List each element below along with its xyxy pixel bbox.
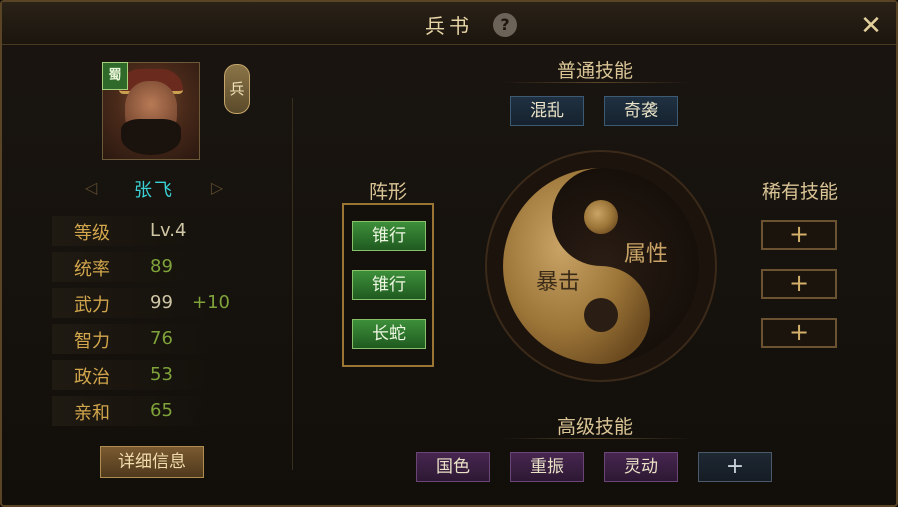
advanced-skill-2[interactable]: 重振	[510, 452, 584, 482]
taiji-left-label: 暴击	[536, 270, 580, 295]
name-bar: ◁ 张飞 ▷	[84, 174, 224, 202]
panel-divider	[292, 98, 293, 470]
stat-row-force: 武力 99 +10	[52, 288, 230, 318]
stat-label: 智力	[74, 331, 110, 352]
advanced-skill-1[interactable]: 国色	[416, 452, 490, 482]
formation-title: 阵形	[368, 181, 407, 203]
taiji-symbol: 暴击 属性	[485, 150, 717, 382]
general-panel: 蜀 兵 ◁ 张飞 ▷ 等级 Lv.4 统率 89 武力 99 +10 智力 76…	[42, 50, 292, 502]
stat-row-command: 统率 89	[52, 252, 212, 282]
rare-skills-title: 稀有技能	[761, 181, 838, 203]
stat-row-affinity: 亲和 65	[52, 396, 212, 426]
stat-row-politics: 政治 53	[52, 360, 212, 390]
stat-row-level: 等级 Lv.4	[52, 216, 212, 246]
formation-item-2[interactable]: 锥行	[352, 270, 426, 300]
window-title: 兵书	[425, 14, 473, 38]
stat-value: 76	[150, 328, 173, 349]
next-general-arrow[interactable]: ▷	[210, 178, 224, 198]
title-bar: 兵书 ? ✕	[2, 2, 896, 45]
stat-value: 99	[150, 292, 173, 313]
stats-list: 等级 Lv.4 统率 89 武力 99 +10 智力 76 政治 53 亲和 6…	[52, 216, 230, 432]
rare-skill-add-2[interactable]: +	[761, 269, 837, 299]
bingshu-window: 兵书 ? ✕ 蜀 兵 ◁ 张飞 ▷ 等级 Lv.4 统率 89 武力 99 +1…	[0, 0, 898, 507]
general-portrait: 蜀	[102, 62, 200, 160]
stat-label: 等级	[74, 223, 110, 244]
normal-skills-title: 普通技能	[556, 60, 633, 82]
advanced-skill-add-button[interactable]: +	[698, 452, 772, 482]
stat-label: 武力	[74, 295, 110, 316]
taiji-dark-dot	[584, 298, 618, 332]
stat-value: Lv.4	[150, 220, 187, 241]
advanced-skills-underline	[502, 438, 692, 439]
rare-skill-add-1[interactable]: +	[761, 220, 837, 250]
stat-value: 89	[150, 256, 173, 277]
stat-label: 亲和	[74, 403, 110, 424]
troop-tag[interactable]: 兵	[224, 64, 250, 114]
advanced-skills-title: 高级技能	[556, 416, 633, 438]
taiji-right-label: 属性	[624, 242, 668, 267]
normal-skill-2[interactable]: 奇袭	[604, 96, 678, 126]
normal-skill-1[interactable]: 混乱	[510, 96, 584, 126]
faction-badge: 蜀	[102, 62, 128, 90]
general-name: 张飞	[134, 180, 174, 201]
formation-item-3[interactable]: 长蛇	[352, 319, 426, 349]
help-icon[interactable]: ?	[493, 13, 517, 37]
stat-label: 统率	[74, 259, 110, 280]
portrait-beard	[121, 119, 181, 155]
stat-label: 政治	[74, 367, 110, 388]
stat-row-intelligence: 智力 76	[52, 324, 212, 354]
detail-info-button[interactable]: 详细信息	[100, 446, 204, 478]
rare-skill-add-3[interactable]: +	[761, 318, 837, 348]
advanced-skill-3[interactable]: 灵动	[604, 452, 678, 482]
close-icon[interactable]: ✕	[857, 12, 885, 40]
stat-value: 65	[150, 400, 173, 421]
stat-value: 53	[150, 364, 173, 385]
formation-box: 锥行 锥行 长蛇	[342, 203, 434, 367]
taiji-gold-dot	[584, 200, 618, 234]
formation-item-1[interactable]: 锥行	[352, 221, 426, 251]
stat-bonus: +10	[192, 292, 230, 313]
